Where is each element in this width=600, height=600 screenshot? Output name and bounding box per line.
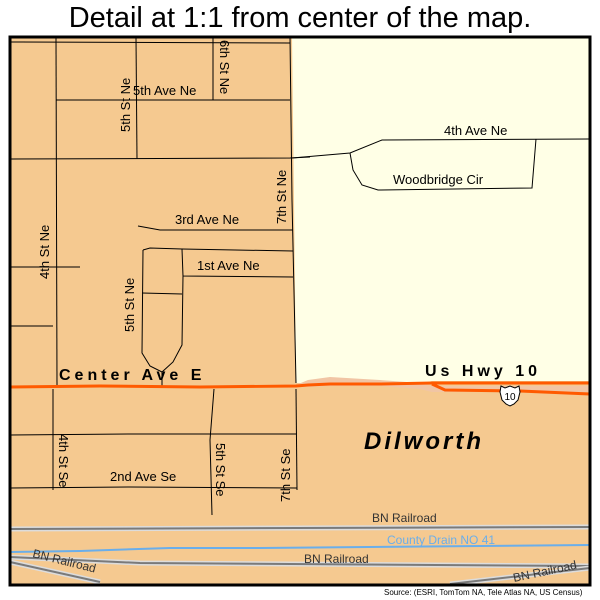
label-1st-ave-ne: 1st Ave Ne bbox=[197, 258, 260, 273]
label-5th-st-se: 5th St Se bbox=[213, 443, 228, 496]
label-6th-st-ne: 6th St Ne bbox=[217, 40, 232, 94]
label-us-hwy-10: Us Hwy 10 bbox=[425, 363, 541, 380]
label-4th-ave-ne: 4th Ave Ne bbox=[444, 123, 507, 138]
label-7th-st-se: 7th St Se bbox=[278, 449, 293, 502]
label-5th-st-ne-top: 5th St Ne bbox=[118, 78, 133, 132]
label-4th-st-se: 4th St Se bbox=[56, 434, 71, 487]
shield-number: 10 bbox=[504, 392, 516, 403]
label-5th-st-ne-mid: 5th St Ne bbox=[122, 278, 137, 332]
label-center-ave-e: Center Ave E bbox=[59, 367, 205, 384]
label-bn-railroad-upper: BN Railroad bbox=[372, 511, 437, 525]
label-7th-st-ne: 7th St Ne bbox=[274, 170, 289, 224]
label-5th-ave-ne: 5th Ave Ne bbox=[133, 83, 196, 98]
label-dilworth: Dilworth bbox=[364, 428, 484, 455]
label-4th-st-ne: 4th St Ne bbox=[37, 225, 52, 279]
label-woodbridge-cir: Woodbridge Cir bbox=[393, 172, 484, 187]
label-bn-railroad-lower: BN Railroad bbox=[304, 552, 369, 566]
source-attribution: Source: (ESRI, TomTom NA, Tele Atlas NA,… bbox=[384, 588, 583, 597]
label-2nd-ave-se: 2nd Ave Se bbox=[110, 469, 176, 484]
label-3rd-ave-ne: 3rd Ave Ne bbox=[175, 212, 239, 227]
street-map[interactable]: 10 5th Ave Ne 5th St Ne 6th St Ne 4th Av… bbox=[0, 0, 600, 600]
label-county-drain: County Drain NO 41 bbox=[387, 533, 495, 547]
outside-area bbox=[292, 37, 590, 384]
